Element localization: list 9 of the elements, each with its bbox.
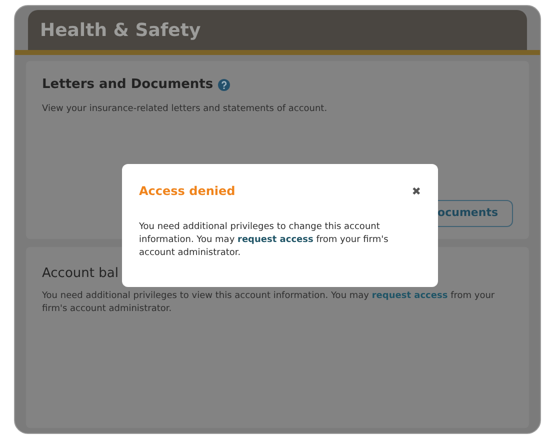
panel-heading: Account bal xyxy=(42,265,118,283)
panel-heading: Letters and Documents xyxy=(42,76,214,94)
page-title: Health & Safety xyxy=(40,18,201,42)
help-icon[interactable] xyxy=(218,78,230,91)
panel-description: View your insurance-related letters and statements of account. xyxy=(42,102,328,116)
close-button[interactable]: ✖ xyxy=(412,186,421,196)
dialog-title: Access denied xyxy=(139,183,236,200)
panel-message: You need additional privileges to view this account information. You may request access from your firm's account administrator. xyxy=(42,290,496,316)
dialog-message: You need additional privileges to change this account information. You may request access from your firm's account administrator. xyxy=(139,221,390,260)
